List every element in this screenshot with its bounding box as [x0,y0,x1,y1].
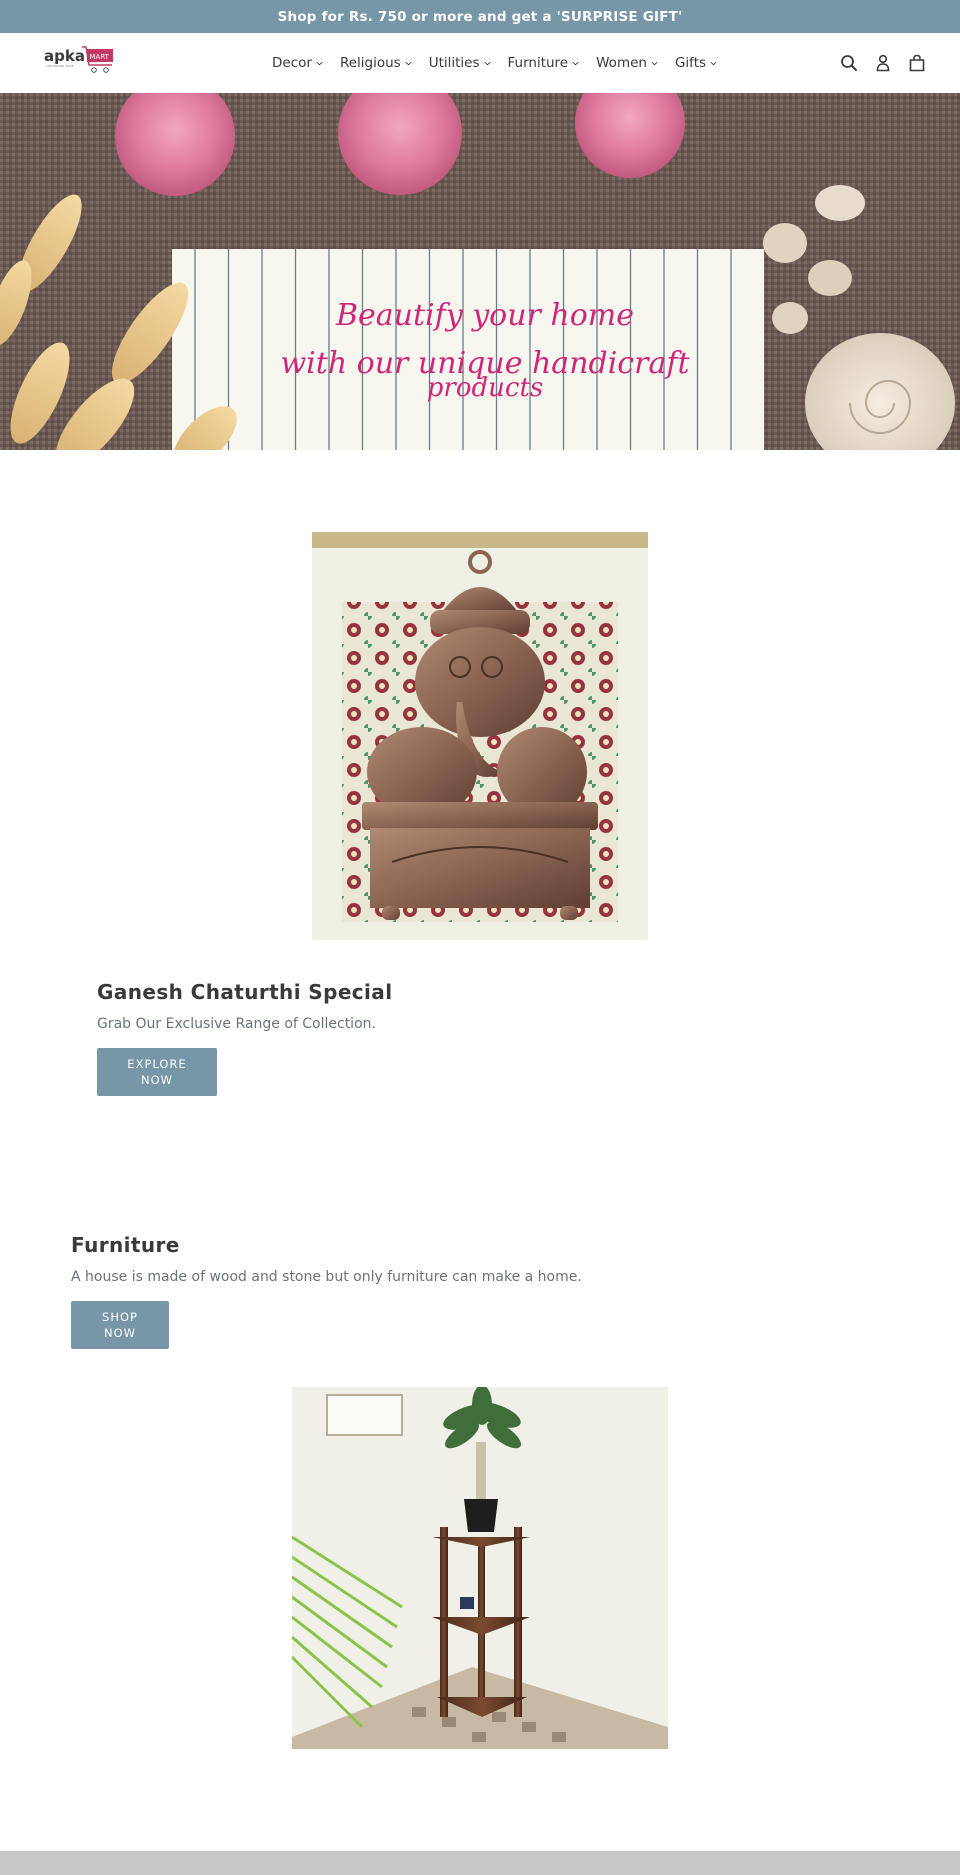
nav-label: Religious [339,55,401,71]
nav-label: Furniture [507,55,569,71]
site-logo[interactable]: apka THE ONLINE SHOP MART [44,43,116,77]
nav-label: Utilities [428,55,480,71]
feature-subtitle: Grab Our Exclusive Range of Collection. [97,1016,376,1032]
nav-item-utilities[interactable]: Utilities [429,55,491,71]
chevron-down-icon [572,61,579,65]
chevron-down-icon [710,61,717,65]
chevron-down-icon [405,61,412,65]
nav-label: Women [596,55,647,71]
hero-banner[interactable]: Beautify your home with our unique handi… [0,93,960,450]
account-icon [876,54,890,72]
cart-wheel-icon [103,67,109,73]
main-nav: Decor Religious Utilities Furniture Wome… [272,33,734,93]
shop-now-button[interactable]: SHOP NOW [71,1301,169,1349]
account-button[interactable] [872,52,894,74]
nav-item-gifts[interactable]: Gifts [675,55,717,71]
nav-label: Gifts [674,55,707,71]
site-header: apka THE ONLINE SHOP MART Decor Religiou… [0,33,960,93]
search-button[interactable] [838,52,860,74]
header-icons [826,33,928,93]
furniture-image[interactable] [292,1387,668,1749]
logo-text: apka [44,47,85,65]
chevron-down-icon [651,61,658,65]
search-icon [841,55,857,71]
furniture-section: Furniture A house is made of wood and st… [71,1233,582,1349]
nav-item-religious[interactable]: Religious [340,55,412,71]
hero-line-1: Beautify your home [335,298,634,333]
button-label: EXPLORE [127,1057,187,1071]
cart-icon [909,54,925,72]
switch-board [326,1394,403,1436]
furniture-title: Furniture [71,1233,180,1257]
hero-line-3: products [427,373,543,403]
button-label: NOW [140,1073,174,1087]
ganesh-feature: Ganesh Chaturthi Special Grab Our Exclus… [97,980,392,1096]
button-label: SHOP [102,1310,138,1324]
feature-title: Ganesh Chaturthi Special [97,980,393,1004]
svg-text:MART: MART [90,53,110,61]
nav-label: Decor [272,55,312,71]
announcement-bar: Shop for Rs. 750 or more and get a 'SURP… [0,0,960,33]
explore-now-button[interactable]: EXPLORE NOW [97,1048,217,1096]
cart-button[interactable] [906,52,928,74]
corner-shelf [432,1527,530,1717]
chevron-down-icon [484,61,490,65]
ganesh-image[interactable] [312,532,648,940]
announcement-text: Shop for Rs. 750 or more and get a 'SURP… [277,8,683,25]
nav-item-furniture[interactable]: Furniture [508,55,580,71]
button-label: NOW [103,1326,137,1340]
nav-item-decor[interactable]: Decor [272,55,323,71]
chevron-down-icon [316,61,323,65]
furniture-subtitle: A house is made of wood and stone but on… [71,1269,582,1285]
cart-wheel-icon [91,67,97,73]
nav-item-women[interactable]: Women [596,55,658,71]
logo-tagline: THE ONLINE SHOP [45,64,74,68]
site-footer [0,1851,960,1875]
